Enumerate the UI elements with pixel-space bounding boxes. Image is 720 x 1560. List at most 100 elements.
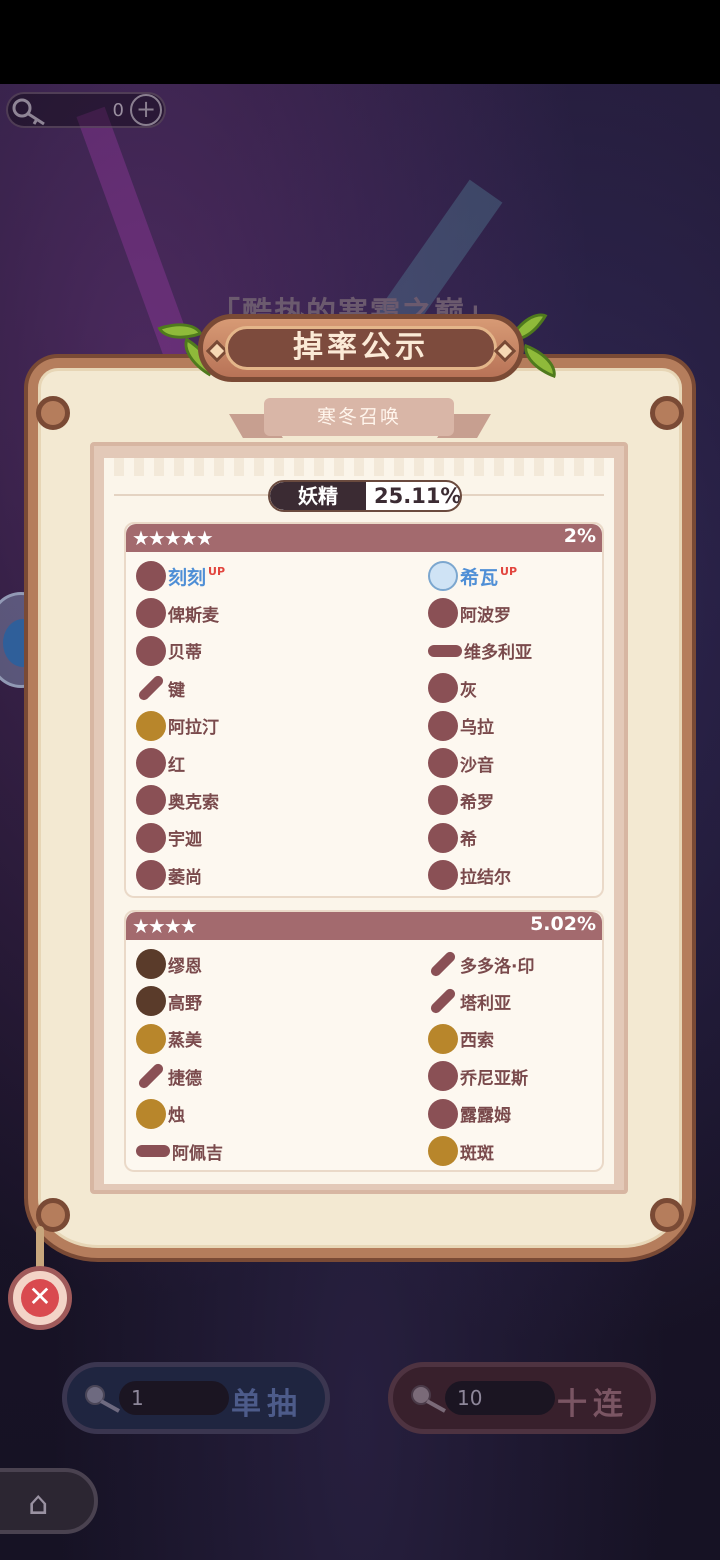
up-badge: UP [208,564,226,578]
single-summon-button[interactable]: 1 单抽 [62,1362,330,1434]
candle-icon [136,1098,166,1129]
item-name: 缪恩 [168,956,202,977]
rate-list-item: 奥克索 [136,782,219,818]
item-name: 捷德 [168,1068,202,1089]
category-rate: 妖精 25.11% [268,480,462,512]
rate-list-item: 烛 [136,1096,185,1132]
category-rate-value: 25.11% [374,484,462,508]
rate-list-item: 西索 [428,1021,494,1057]
rate-list-item: 阿拉汀 [136,708,219,744]
item-name: 高野 [168,993,202,1014]
ten-cost: 10 [445,1381,555,1415]
rate-list-item: 露露姆 [428,1096,511,1132]
close-button[interactable]: ✕ [8,1266,72,1330]
rice-icon [136,822,166,853]
ten-summon-button[interactable]: 10 十连 [388,1362,656,1434]
bomb-icon [136,561,166,591]
rate-list-item: 捷德 [136,1058,202,1094]
rate-list-item: 红 [136,745,185,781]
cage-icon [428,748,458,778]
item-name: 蒸美 [168,1031,202,1052]
section-header: ★★★★ 5.02% [126,912,602,940]
bread-icon [428,1136,458,1166]
hammer-icon [136,986,166,1017]
stick-icon [136,674,166,703]
egg-icon [428,598,458,629]
chess-king-icon [136,949,166,979]
item-name: 阿波罗 [460,605,511,626]
four-star-section: ★★★★ 5.02% 缪恩 多多洛·印高野 塔利亚蒸美 西索捷德 乔尼亚斯烛 露露姆阿佩吉… [124,910,604,1172]
key-count: 0 [112,100,124,121]
dragon-icon [136,785,166,816]
item-name: 键 [168,680,185,701]
bottle-icon [428,710,458,741]
item-name: 维多利亚 [464,643,532,664]
rate-list-item: 拉结尔 [428,857,511,893]
rate-list-item: 沙音 [428,745,494,781]
summon-subtitle: 寒冬召唤 [264,398,454,436]
section-rate: 5.02% [530,913,596,935]
star-rating: ★★★★★ [132,526,214,550]
item-name: 宇迦 [168,830,202,851]
scroll-area[interactable]: 妖精 25.11% ★★★★★ 2% 刻刻 UP 希瓦 UP 俾斯麦 阿波罗 贝蒂 维多利亚键… [104,458,614,1184]
rope-decoration [36,1226,44,1270]
rate-list-item: 希瓦 UP [428,558,517,594]
rate-list-item: 希罗 [428,782,494,818]
item-name: 刻刻 [168,566,207,589]
plate-icon [428,644,462,657]
item-name: 烛 [168,1106,185,1127]
lamp-icon [136,710,166,741]
five-star-section: ★★★★★ 2% 刻刻 UP 希瓦 UP 俾斯麦 阿波罗 贝蒂 维多利亚键灰阿拉汀 乌拉红沙音奥… [124,522,604,898]
corner-ornament [650,396,684,430]
section-rate: 2% [563,525,596,547]
key-icon [411,1385,446,1413]
section-header: ★★★★★ 2% [126,524,602,552]
up-badge: UP [500,564,518,578]
rate-list-item: 乌拉 [428,708,494,744]
rate-list-item: 维多利亚 [428,633,532,669]
item-name: 灰 [460,680,477,701]
item-name: 阿拉汀 [168,718,219,739]
item-name: 贝蒂 [168,643,202,664]
rate-list-item: 希 [428,820,477,856]
star-rating: ★★★★ [132,914,198,938]
item-name: 多多洛·印 [460,956,535,977]
item-name: 斑斑 [460,1143,494,1164]
ball-icon [136,860,166,891]
basket-icon [136,748,166,778]
rate-list-item: 多多洛·印 [428,946,534,982]
rate-list-item: 阿波罗 [428,595,511,631]
rate-list-item: 俾斯麦 [136,595,219,631]
rate-list-item: 灰 [428,670,477,706]
item-name: 奥克索 [168,792,219,813]
knife-icon [428,987,458,1016]
item-name: 红 [168,755,185,776]
crown-icon [428,785,458,816]
scallop-border [104,458,614,476]
home-button[interactable]: ⌂ [0,1468,98,1534]
dialog-title: 掉率公示 [225,326,497,370]
rate-list-item: 阿佩吉 [136,1133,223,1169]
item-name: 塔利亚 [460,993,511,1014]
rate-list-item: 乔尼亚斯 [428,1058,528,1094]
scissors-icon [136,635,166,666]
drop-rate-list[interactable]: 妖精 25.11% ★★★★★ 2% 刻刻 UP 希瓦 UP 俾斯麦 阿波罗 贝蒂 维多利亚键… [90,442,628,1194]
ten-summon-label: 十连 [557,1387,629,1422]
key-icon [85,1385,120,1413]
pipe-icon [428,949,458,979]
rate-list-item: 斑斑 [428,1133,494,1169]
key-icon [12,98,45,126]
item-name: 乌拉 [460,718,494,739]
corner-ornament [36,396,70,430]
close-icon: ✕ [21,1279,59,1317]
single-cost: 1 [119,1381,229,1415]
rate-list-item: 宇迦 [136,820,202,856]
diamond-ornament [493,339,517,363]
add-keys-button[interactable]: + [130,94,162,126]
item-name: 乔尼亚斯 [460,1068,528,1089]
item-name: 露露姆 [460,1106,511,1127]
rate-list-item: 贝蒂 [136,633,202,669]
item-name: 希罗 [460,792,494,813]
item-name: 沙音 [460,755,494,776]
dialog-header: 掉率公示 [198,314,524,382]
